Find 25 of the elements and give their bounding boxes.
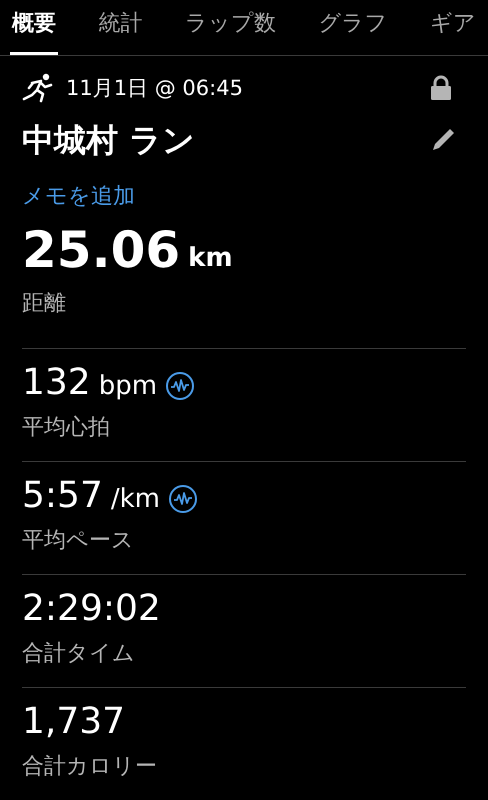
- stat-value: 2:29:02: [22, 591, 161, 627]
- heart-rate-icon[interactable]: [165, 371, 196, 401]
- activity-datetime: 11月1日 @ 06:45: [66, 74, 243, 102]
- stat-label: 距離: [22, 290, 67, 318]
- stat-value: 1,737: [22, 704, 126, 740]
- tab[interactable]: ラップ数: [183, 6, 278, 54]
- stat-value: 5:57: [22, 478, 103, 514]
- tab[interactable]: ギア: [428, 6, 478, 54]
- stat-label: 平均心拍: [22, 414, 111, 442]
- stat-label: 合計カロリー: [22, 753, 158, 781]
- add-memo-link[interactable]: メモを追加: [22, 180, 135, 213]
- stat-unit: bpm: [98, 373, 158, 399]
- tab[interactable]: 概要: [10, 6, 58, 54]
- stat-label: 合計タイム: [22, 640, 136, 668]
- tab[interactable]: グラフ: [316, 6, 390, 54]
- heart-rate-icon[interactable]: [168, 484, 198, 514]
- activity-title: 中城村 ラン: [22, 120, 196, 161]
- stat-unit: km: [188, 245, 233, 271]
- stat-value: 132: [22, 365, 91, 401]
- lock-icon: [430, 75, 452, 102]
- tab[interactable]: 統計: [96, 6, 144, 54]
- stat-unit: /km: [110, 486, 160, 512]
- stat-label: 平均ペース: [22, 527, 135, 555]
- stat-value: 25.06: [22, 225, 180, 275]
- pencil-icon[interactable]: [430, 127, 456, 153]
